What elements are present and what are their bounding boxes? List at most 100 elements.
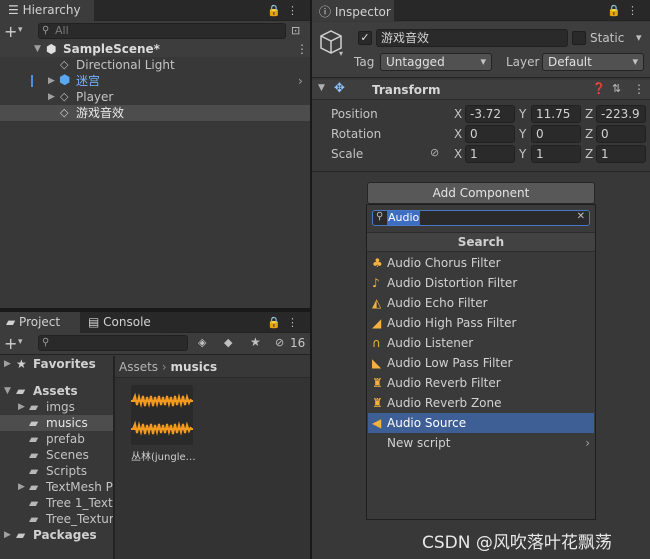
filter-by-label-icon[interactable]: ◆ — [224, 336, 232, 349]
axis-x-label[interactable]: X — [454, 107, 462, 121]
more-icon[interactable]: ⋮ — [627, 4, 644, 17]
tree-packages[interactable]: ▶ ▰ Packages — [0, 527, 113, 543]
hidden-packages-count: 16 — [290, 336, 306, 350]
tree-folder-selected[interactable]: ▰ musics — [0, 415, 113, 431]
tree-folder[interactable]: ▰ Scripts — [0, 463, 113, 479]
breadcrumb-item-current[interactable]: musics — [171, 360, 218, 374]
hierarchy-item[interactable]: ◇ Directional Light — [0, 57, 310, 73]
tree-favorites[interactable]: ▶ ★ Favorites — [0, 356, 113, 372]
lock-icon[interactable]: 🔒 — [267, 316, 287, 329]
rotation-x-field[interactable]: 0 — [465, 125, 515, 143]
tab-inspector[interactable]: ⓘ Inspector — [312, 0, 394, 21]
filter-by-type-icon[interactable]: ◈ — [198, 336, 206, 349]
component-item[interactable]: ♜ Audio Reverb Filter — [368, 373, 594, 393]
tree-folder[interactable]: ▶ ▰ TextMesh P — [0, 479, 113, 495]
component-item[interactable]: ∩ Audio Listener — [368, 333, 594, 353]
axis-y-label[interactable]: Y — [519, 107, 526, 121]
component-item[interactable]: ♪ Audio Distortion Filter — [368, 273, 594, 293]
chevron-down-icon[interactable]: ▾ — [339, 49, 343, 58]
hierarchy-item[interactable]: ▶ ⬢ 迷宫 › — [0, 73, 310, 89]
expand-arrow-icon[interactable]: ▼ — [4, 383, 11, 399]
chevron-down-icon[interactable]: ▾ — [18, 337, 23, 347]
tree-folder[interactable]: ▰ prefab — [0, 431, 113, 447]
hierarchy-search-input[interactable]: ⚲ All — [38, 23, 286, 39]
object-name-field[interactable]: 游戏音效 — [376, 29, 568, 47]
axis-y-label[interactable]: Y — [519, 147, 526, 161]
position-z-field[interactable]: -223.9 — [596, 105, 646, 123]
expand-arrow-icon[interactable]: ▶ — [4, 356, 11, 372]
chevron-right-icon[interactable]: › — [298, 73, 303, 89]
hierarchy-item[interactable]: ▶ ◇ Player — [0, 89, 310, 105]
project-folder-tree: ▶ ★ Favorites ▼ ▰ Assets ▶ ▰ imgs ▰ musi… — [0, 356, 120, 559]
asset-item[interactable]: 丛林(jungle… — [131, 385, 196, 475]
more-icon[interactable]: ⋮ — [287, 316, 304, 329]
constrain-proportions-icon[interactable]: ⊘ — [430, 146, 439, 159]
chevron-down-icon[interactable]: ▾ — [18, 25, 23, 35]
static-checkbox[interactable] — [572, 31, 586, 45]
scene-row[interactable]: ▼ ⬢ SampleScene* ⋮ — [0, 41, 310, 57]
chevron-down-icon[interactable]: ▾ — [636, 31, 642, 44]
component-item[interactable]: ◢ Audio High Pass Filter — [368, 313, 594, 333]
star-icon: ★ — [16, 357, 27, 371]
gameobject-large-icon[interactable]: ▾ — [319, 29, 343, 58]
transform-header[interactable]: ▼ ✥ Transform ❓ ⇅ ⋮ — [312, 80, 650, 100]
scale-x-field[interactable]: 1 — [465, 145, 515, 163]
hidden-packages-icon[interactable]: ⊘ — [275, 336, 284, 349]
hierarchy-tabbar: ☰ Hierarchy 🔒⋮ — [0, 0, 310, 21]
tag-dropdown[interactable]: Untagged — [380, 53, 492, 71]
axis-y-label[interactable]: Y — [519, 127, 526, 141]
foldout-arrow-icon[interactable]: ▼ — [318, 83, 325, 93]
expand-arrow-icon[interactable]: ▶ — [18, 399, 25, 415]
rotation-y-field[interactable]: 0 — [531, 125, 581, 143]
tree-assets[interactable]: ▼ ▰ Assets — [0, 383, 113, 399]
layer-dropdown[interactable]: Default — [542, 53, 644, 71]
axis-z-label[interactable]: Z — [585, 147, 593, 161]
tab-console[interactable]: ▤ Console — [82, 312, 162, 333]
add-icon[interactable]: + — [4, 22, 17, 41]
add-component-button[interactable]: Add Component — [367, 182, 595, 204]
lock-icon[interactable]: 🔒 — [607, 4, 627, 17]
tab-hierarchy[interactable]: ☰ Hierarchy — [0, 0, 94, 21]
clear-icon[interactable]: ✕ — [577, 211, 585, 222]
component-menu-icon[interactable]: ⋮ — [633, 82, 645, 96]
preset-icon[interactable]: ⇅ — [612, 82, 621, 95]
axis-x-label[interactable]: X — [454, 147, 462, 161]
scene-menu-icon[interactable]: ⋮ — [296, 41, 308, 57]
component-item[interactable]: ♣ Audio Chorus Filter — [368, 253, 594, 273]
axis-z-label[interactable]: Z — [585, 107, 593, 121]
lock-icon[interactable]: 🔒 — [267, 4, 287, 17]
scene-filter-icon[interactable]: ⊡ — [291, 24, 300, 37]
layer-dropdown-value: Default — [548, 55, 592, 69]
position-x-field[interactable]: -3.72 — [465, 105, 515, 123]
favorite-star-icon[interactable]: ★ — [250, 335, 261, 349]
expand-arrow-icon[interactable]: ▶ — [18, 479, 25, 495]
component-item[interactable]: ◭ Audio Echo Filter — [368, 293, 594, 313]
component-search-input[interactable]: ⚲ Audio ✕ — [372, 210, 590, 226]
expand-arrow-icon[interactable]: ▶ — [48, 89, 55, 105]
project-search-input[interactable]: ⚲ — [38, 335, 188, 351]
expand-arrow-icon[interactable]: ▶ — [4, 527, 11, 543]
rotation-z-field[interactable]: 0 — [596, 125, 646, 143]
axis-x-label[interactable]: X — [454, 127, 462, 141]
component-item[interactable]: ♜ Audio Reverb Zone — [368, 393, 594, 413]
scale-z-field[interactable]: 1 — [596, 145, 646, 163]
add-icon[interactable]: + — [4, 334, 17, 353]
more-icon[interactable]: ⋮ — [287, 4, 304, 17]
breadcrumb-item[interactable]: Assets — [119, 360, 158, 374]
expand-arrow-icon[interactable]: ▶ — [48, 73, 55, 89]
tree-folder[interactable]: ▰ Tree_Textur — [0, 511, 114, 527]
axis-z-label[interactable]: Z — [585, 127, 593, 141]
tree-folder[interactable]: ▰ Tree 1_Textu — [0, 495, 120, 511]
tree-folder[interactable]: ▶ ▰ imgs — [0, 399, 113, 415]
component-item-highlighted[interactable]: ◀ Audio Source — [368, 413, 594, 433]
scale-y-field[interactable]: 1 — [531, 145, 581, 163]
tree-folder[interactable]: ▰ Scenes — [0, 447, 113, 463]
gameobject-icon: ◇ — [60, 106, 69, 119]
tab-project[interactable]: ▰ Project — [0, 312, 80, 333]
component-item-new-script[interactable]: New script › — [368, 433, 594, 453]
component-item[interactable]: ◣ Audio Low Pass Filter — [368, 353, 594, 373]
help-icon[interactable]: ❓ — [592, 82, 606, 95]
position-y-field[interactable]: 11.75 — [531, 105, 581, 123]
hierarchy-item-selected[interactable]: ◇ 游戏音效 — [0, 105, 310, 121]
active-checkbox[interactable]: ✓ — [358, 31, 372, 45]
